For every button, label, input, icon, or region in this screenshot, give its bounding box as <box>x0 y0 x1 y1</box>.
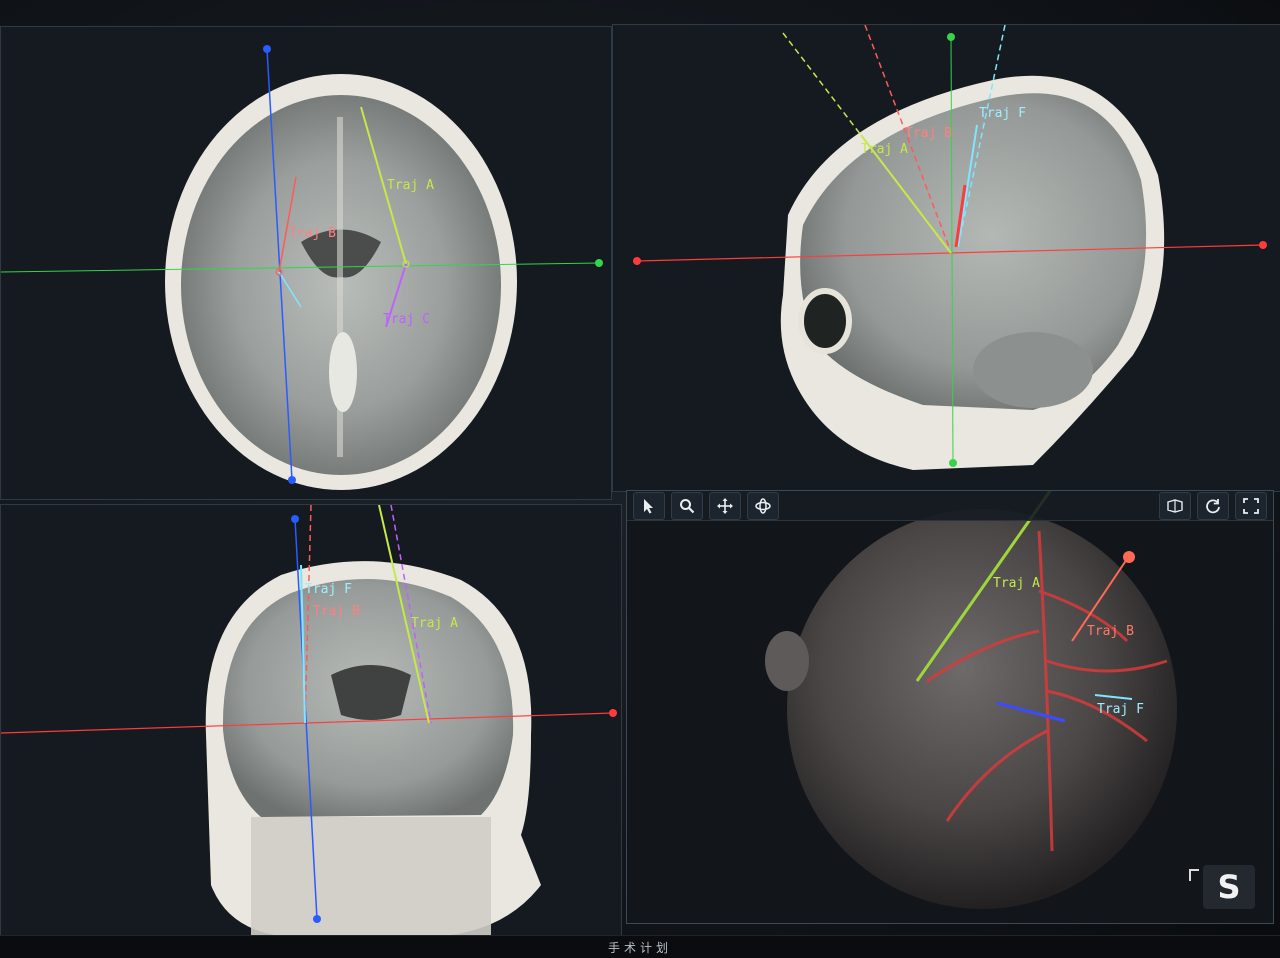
coronal-traj-f-label: Traj F <box>305 582 352 597</box>
pointer-tool[interactable] <box>633 491 665 520</box>
render-3d-traj-b-entry[interactable] <box>1123 551 1135 563</box>
render-3d-canvas: Traj A Traj B Traj F <box>765 491 1177 909</box>
footer-title: 手术计划 <box>607 940 672 955</box>
sagittal-cerebellum <box>973 332 1093 408</box>
sagittal-crosshair-handle-right[interactable] <box>1259 241 1267 249</box>
coronal-crosshair-handle-right[interactable] <box>609 709 617 717</box>
coronal-traj-a-label: Traj A <box>411 616 458 631</box>
axial-crosshair-handle-right[interactable] <box>595 259 603 267</box>
render-3d-traj-f-label: Traj F <box>1097 702 1144 717</box>
sagittal-crosshair-handle-left[interactable] <box>633 257 641 265</box>
axial-third-ventricle <box>329 332 357 412</box>
render-3d-toolbar <box>627 491 1273 521</box>
coronal-viewport[interactable]: Traj F Traj B Traj A <box>0 504 622 938</box>
footer-bar: 手术计划 <box>0 935 1280 958</box>
axial-viewport[interactable]: Traj A Traj B Traj C <box>0 26 612 500</box>
fullscreen-button[interactable] <box>1235 491 1267 520</box>
axial-traj-b-label: Traj B <box>289 226 336 241</box>
axial-traj-a-label: Traj A <box>387 178 434 193</box>
axial-view-canvas: Traj A Traj B Traj C <box>1 45 603 490</box>
coronal-view-canvas: Traj F Traj B Traj A <box>1 505 617 937</box>
zoom-tool[interactable] <box>671 491 703 520</box>
magnifier-icon <box>680 498 695 513</box>
coronal-crosshair-handle-top[interactable] <box>291 515 299 523</box>
axial-crosshair-handle-top[interactable] <box>263 45 271 53</box>
rotate-3d-icon <box>755 497 771 514</box>
rotate-tool[interactable] <box>747 491 779 520</box>
cube-view-icon <box>1167 498 1183 513</box>
coronal-ventricles <box>331 665 411 720</box>
arrow-cursor-icon <box>644 498 653 513</box>
orientation-badge: S <box>1189 865 1255 909</box>
coronal-crosshair-handle-bottom[interactable] <box>313 915 321 923</box>
move-arrows-icon <box>717 497 733 514</box>
render-3d-viewport[interactable]: Traj A Traj B Traj F S <box>626 490 1274 924</box>
render-3d-ear <box>765 631 809 691</box>
refresh-icon <box>1206 498 1220 513</box>
coronal-lower-structures <box>251 817 491 937</box>
sagittal-traj-b-label: Traj B <box>905 126 952 141</box>
render-3d-traj-b-label: Traj B <box>1087 624 1134 639</box>
fullscreen-icon <box>1243 497 1259 514</box>
orientation-corner-marker <box>1189 869 1199 881</box>
coronal-traj-b-label: Traj B <box>313 604 360 619</box>
screen: Traj A Traj B Traj C Traj A Traj B Traj … <box>0 0 1280 958</box>
sagittal-view-canvas: Traj A Traj B Traj F <box>633 25 1267 471</box>
axial-crosshair-handle-bottom[interactable] <box>288 476 296 484</box>
pan-tool[interactable] <box>709 491 741 520</box>
render-3d-traj-a-label: Traj A <box>993 576 1040 591</box>
orientation-label: S <box>1217 868 1241 906</box>
sagittal-viewport[interactable]: Traj A Traj B Traj F <box>612 24 1280 492</box>
axial-traj-c-label: Traj C <box>383 312 430 327</box>
view-mode-button[interactable] <box>1159 491 1191 520</box>
sagittal-orbit <box>798 288 852 354</box>
sagittal-crosshair-handle-bottom[interactable] <box>949 459 957 467</box>
reset-view-button[interactable] <box>1197 491 1229 520</box>
sagittal-traj-f-label: Traj F <box>979 106 1026 121</box>
sagittal-traj-a-label: Traj A <box>861 142 908 157</box>
sagittal-crosshair-handle-top[interactable] <box>947 33 955 41</box>
